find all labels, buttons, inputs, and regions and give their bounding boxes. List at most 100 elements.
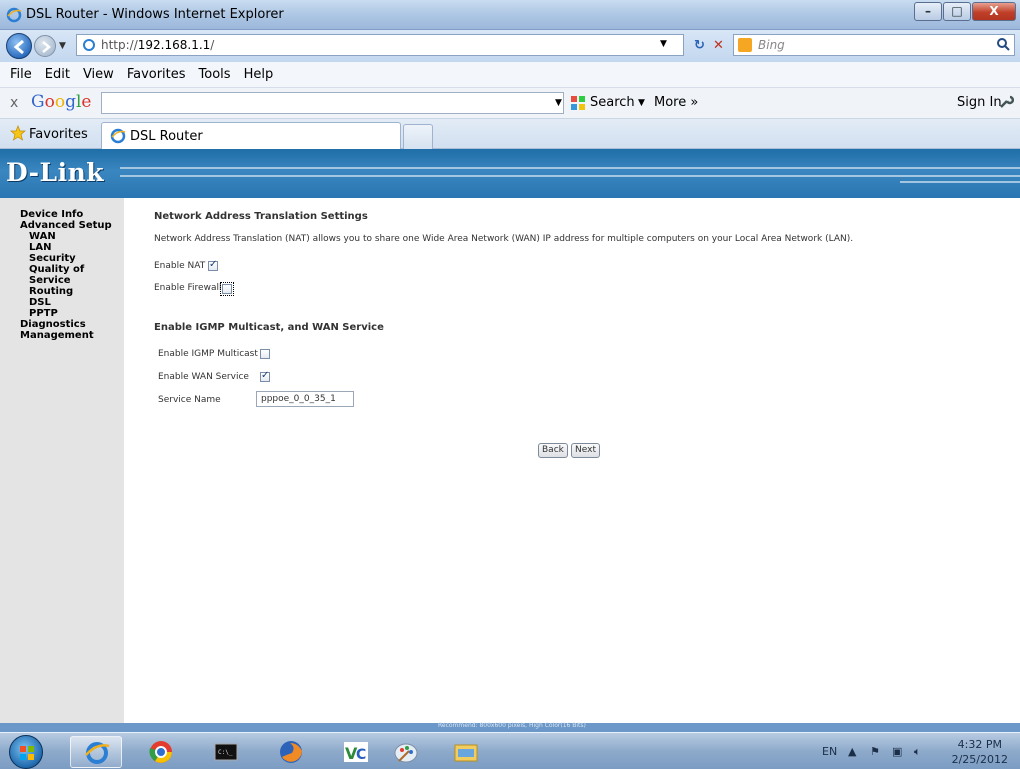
header-stripe — [120, 175, 1020, 177]
clock-date: 2/25/2012 — [951, 753, 1008, 766]
internet-explorer-icon — [85, 742, 110, 764]
file-explorer-icon — [454, 744, 478, 762]
taskbar-firefox[interactable] — [265, 736, 317, 768]
sidebar-item-lan[interactable]: LAN — [0, 242, 124, 253]
bing-icon — [738, 38, 752, 52]
sidebar-item-device-info[interactable]: Device Info — [0, 209, 124, 220]
windows-logo-icon — [20, 746, 34, 760]
network-icon[interactable]: ▣ — [892, 745, 902, 758]
sidebar-item-dsl[interactable]: DSL — [0, 297, 124, 308]
back-button[interactable] — [6, 33, 32, 59]
favorites-button[interactable]: Favorites — [29, 127, 88, 142]
address-dropdown-icon[interactable]: ▼ — [660, 39, 667, 49]
search-box[interactable]: Bing — [733, 34, 1015, 56]
internet-explorer-icon — [110, 128, 126, 144]
sidebar-item-wan[interactable]: WAN — [0, 231, 124, 242]
windows-taskbar: C:\_ VC EN ▲ ⚑ ▣ 🔈︎ 4:32 PM 2/25/2012 — [0, 732, 1020, 769]
google-search-icon — [571, 96, 585, 110]
google-toolbar: x Google ▼ Search ▼ More » Sign In — [0, 88, 1020, 119]
enable-firewall-checkbox[interactable] — [220, 282, 234, 296]
service-name-input[interactable]: pppoe_0_0_35_1 — [256, 391, 354, 407]
address-toolbar: ▼ http://192.168.1.1/ ▼ ↻ ✕ Bing — [0, 30, 1020, 62]
search-icon[interactable] — [996, 37, 1010, 51]
forward-button[interactable] — [34, 35, 56, 57]
taskbar-paint[interactable] — [380, 736, 432, 768]
recent-pages-dropdown[interactable]: ▼ — [59, 41, 66, 51]
taskbar-internet-explorer[interactable] — [70, 736, 122, 768]
back-arrow-icon — [13, 39, 24, 55]
menu-favorites[interactable]: Favorites — [127, 67, 186, 82]
stop-icon[interactable]: ✕ — [713, 38, 724, 53]
wrench-icon[interactable] — [998, 94, 1014, 110]
nat-description: Network Address Translation (NAT) allows… — [154, 234, 854, 244]
start-button[interactable] — [9, 735, 43, 769]
chrome-icon — [149, 741, 172, 763]
sidebar-item-diagnostics[interactable]: Diagnostics — [0, 319, 124, 330]
maximize-button[interactable]: □ — [943, 2, 971, 21]
enable-wan-service-checkbox[interactable] — [260, 370, 270, 382]
back-button-router[interactable]: Back — [538, 443, 568, 458]
svg-text:C:\_: C:\_ — [218, 749, 233, 756]
taskbar-command-prompt[interactable]: C:\_ — [200, 736, 252, 768]
svg-text:C: C — [356, 747, 366, 763]
sidebar-item-management[interactable]: Management — [0, 330, 124, 341]
maximize-icon: □ — [951, 4, 963, 18]
dlink-header: D-Link — [0, 149, 1020, 198]
volume-icon[interactable]: 🔈︎ — [914, 745, 921, 759]
paint-icon — [394, 743, 418, 763]
new-tab-button[interactable] — [403, 124, 433, 149]
command-prompt-icon: C:\_ — [214, 743, 238, 761]
show-hidden-icons-arrow[interactable]: ▲ — [848, 745, 856, 758]
menu-edit[interactable]: Edit — [45, 67, 70, 82]
close-button[interactable]: X — [972, 2, 1016, 21]
nat-section-heading: Network Address Translation Settings — [154, 211, 368, 222]
taskbar-vnc[interactable]: VC — [330, 736, 382, 768]
taskbar-chrome[interactable] — [135, 736, 187, 768]
menu-bar: File Edit View Favorites Tools Help — [0, 62, 1020, 88]
system-clock[interactable]: 4:32 PM 2/25/2012 — [952, 737, 1008, 767]
tab-dsl-router[interactable]: DSL Router — [101, 122, 401, 149]
refresh-icon[interactable]: ↻ — [694, 38, 705, 53]
enable-wan-service-label: Enable WAN Service — [158, 372, 249, 382]
taskbar-file-explorer[interactable] — [440, 736, 492, 768]
router-main-content: Network Address Translation Settings Net… — [124, 198, 1020, 723]
sidebar-item-advanced-setup[interactable]: Advanced Setup — [0, 220, 124, 231]
minimize-button[interactable]: – — [914, 2, 942, 21]
router-sidebar: Device Info Advanced Setup WAN LAN Secur… — [0, 198, 124, 723]
enable-nat-checkbox[interactable] — [208, 259, 218, 271]
favorites-bar: Favorites DSL Router — [0, 119, 1020, 149]
menu-file[interactable]: File — [10, 67, 32, 82]
window-title-bar: DSL Router - Windows Internet Explorer –… — [0, 0, 1020, 30]
enable-igmp-checkbox[interactable] — [260, 349, 270, 359]
header-stripe — [900, 181, 1020, 183]
sidebar-item-pptp[interactable]: PPTP — [0, 308, 124, 319]
status-bar: Recommend: 800x600 pixels, High Color(16… — [0, 722, 1020, 732]
google-search-input[interactable] — [101, 92, 564, 114]
clock-time: 4:32 PM — [957, 738, 1002, 751]
action-center-flag-icon[interactable]: ⚑ — [870, 745, 880, 758]
enable-nat-label: Enable NAT — [154, 261, 206, 271]
google-search-options-dropdown[interactable]: ▼ — [638, 98, 645, 108]
google-sign-in-link[interactable]: Sign In — [957, 95, 1002, 110]
resolution-recommendation: Recommend: 800x600 pixels, High Color(16… — [438, 722, 586, 729]
google-search-button[interactable]: Search — [590, 95, 635, 110]
menu-help[interactable]: Help — [244, 67, 274, 82]
google-toolbar-close[interactable]: x — [10, 95, 18, 111]
menu-tools[interactable]: Tools — [199, 67, 231, 82]
url-text: http://192.168.1.1/ — [101, 38, 215, 52]
dlink-logo: D-Link — [6, 158, 105, 187]
sidebar-item-routing[interactable]: Routing — [0, 286, 124, 297]
next-button-router[interactable]: Next — [571, 443, 600, 458]
page-icon — [83, 39, 95, 51]
header-stripe — [120, 167, 1020, 169]
firefox-icon — [280, 741, 302, 763]
google-search-dropdown[interactable]: ▼ — [555, 98, 562, 108]
sidebar-item-security[interactable]: Security — [0, 253, 124, 264]
google-more-button[interactable]: More » — [654, 95, 698, 110]
menu-view[interactable]: View — [83, 67, 114, 82]
language-indicator[interactable]: EN — [822, 745, 837, 758]
sidebar-item-quality-of-service[interactable]: Quality of Service — [0, 264, 124, 286]
igmp-section-heading: Enable IGMP Multicast, and WAN Service — [154, 322, 384, 333]
close-icon: X — [989, 4, 999, 18]
address-bar[interactable]: http://192.168.1.1/ ▼ — [76, 34, 684, 56]
